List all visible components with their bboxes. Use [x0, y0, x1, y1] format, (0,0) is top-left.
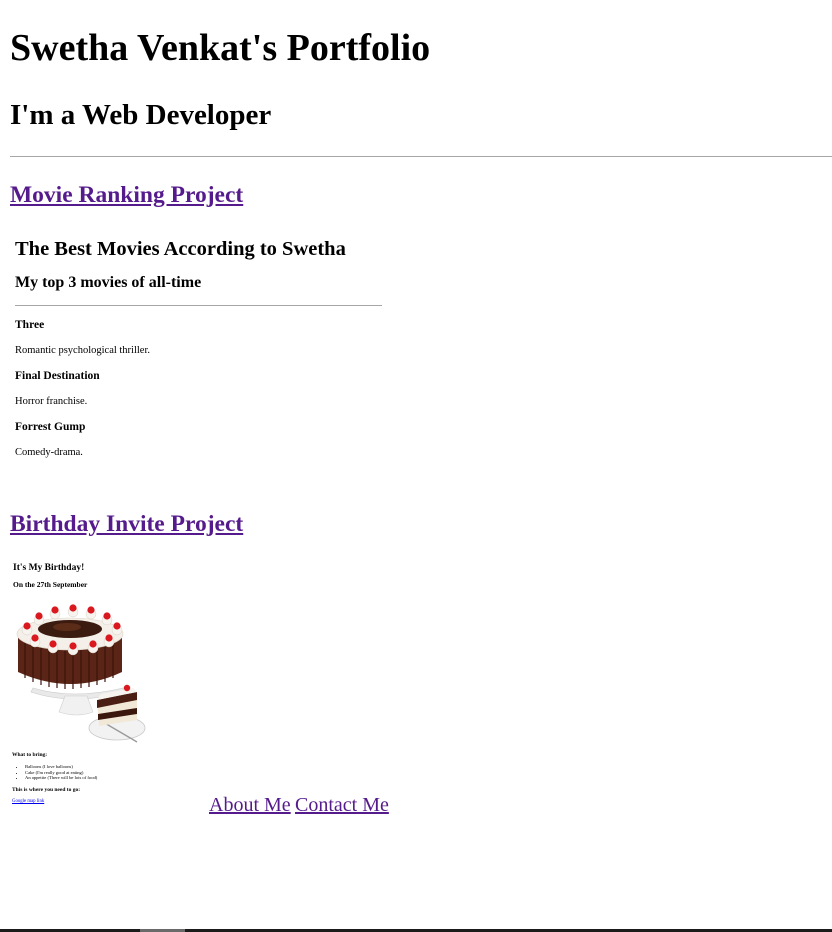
page-title: Swetha Venkat's Portfolio	[10, 27, 431, 69]
movie-name: Final Destination	[15, 370, 100, 382]
movie-name: Three	[15, 319, 45, 331]
movie-ranking-project-link[interactable]: Movie Ranking Project	[10, 182, 243, 209]
divider	[10, 156, 832, 157]
list-item: An appetite (There will be lots of food)	[25, 775, 97, 781]
movie-description: Romantic psychological thriller.	[15, 345, 151, 356]
google-map-link[interactable]: Google map link	[12, 799, 44, 804]
birthday-preview-title: It's My Birthday!	[13, 563, 85, 573]
movie-preview-divider	[15, 305, 382, 306]
birthday-invite-project-link[interactable]: Birthday Invite Project	[10, 511, 243, 538]
location-heading: This is where you need to go:	[12, 787, 81, 793]
page-subtitle: I'm a Web Developer	[10, 99, 272, 131]
bring-list: Balloons (I love balloons) Cake (I'm rea…	[19, 764, 97, 781]
movie-preview-subtitle: My top 3 movies of all-time	[15, 274, 202, 291]
about-me-link[interactable]: About Me	[209, 793, 291, 817]
birthday-preview-date: On the 27th September	[13, 580, 88, 589]
movie-name: Forrest Gump	[15, 421, 86, 433]
bring-heading: What to bring:	[12, 752, 48, 758]
contact-me-link[interactable]: Contact Me	[295, 793, 389, 817]
movie-description: Horror franchise.	[15, 396, 88, 407]
birthday-cake-image	[16, 604, 146, 743]
movie-preview-title: The Best Movies According to Swetha	[15, 238, 346, 260]
movie-description: Comedy-drama.	[15, 447, 83, 458]
